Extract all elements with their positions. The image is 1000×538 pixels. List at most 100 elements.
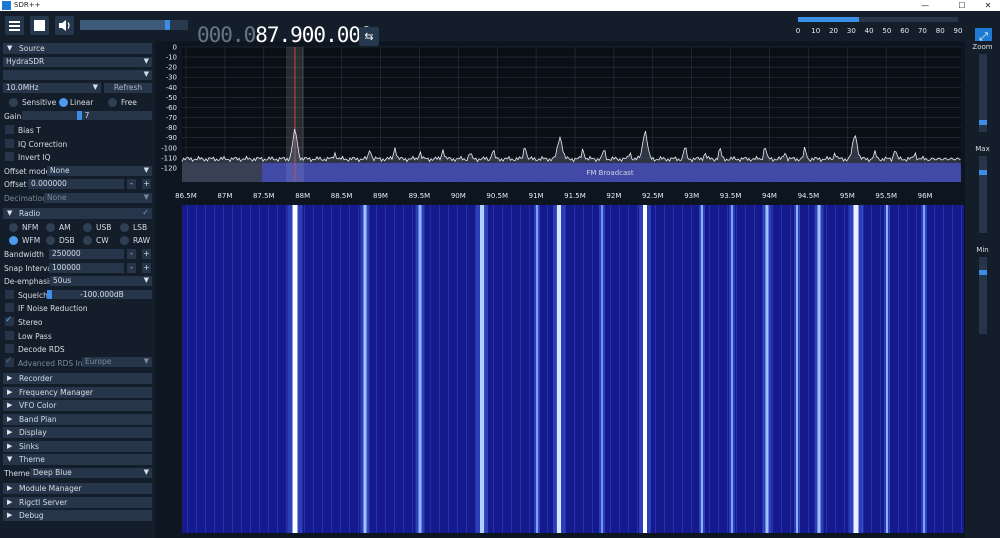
offset-minus-button[interactable]: - [127, 179, 136, 189]
waterfall-noise-line [727, 205, 728, 533]
max-slider[interactable] [979, 156, 987, 233]
waterfall-noise-line [520, 205, 521, 533]
waterfall-noise-line [943, 205, 944, 533]
section-band-plan[interactable]: ▶ Band Plan [3, 413, 152, 425]
mode-dsb[interactable] [46, 236, 55, 245]
sample-rate-select[interactable]: 10.0MHz ▼ [3, 83, 101, 93]
source-header[interactable]: ▼ Source [3, 43, 152, 54]
iq-correction-checkbox[interactable] [5, 139, 14, 148]
bandwidth-minus-button[interactable]: - [127, 249, 136, 259]
squelch-checkbox[interactable] [5, 290, 14, 299]
section-recorder[interactable]: ▶ Recorder [3, 373, 152, 384]
invert-iq-checkbox[interactable] [5, 152, 14, 161]
waterfall-noise-line [610, 205, 611, 533]
x-tick-label: 88.5M [331, 192, 353, 200]
section-module-manager[interactable]: ▶ Module Manager [3, 483, 152, 494]
x-tick-label: 92M [606, 192, 621, 200]
x-tick-label: 94.5M [798, 192, 820, 200]
stop-icon[interactable] [30, 16, 49, 35]
offset-input[interactable]: 0.000000 [28, 179, 124, 189]
radio-free[interactable] [108, 98, 117, 107]
y-tick-label: -120 [161, 164, 177, 172]
x-tick-label: 89M [373, 192, 388, 200]
radio-linear[interactable] [59, 98, 68, 107]
radio-header[interactable]: ▼ Radio ✓ [3, 208, 152, 219]
zoom-slider[interactable] [979, 54, 987, 132]
device-select[interactable]: HydraSDR ▼ [3, 57, 152, 67]
menu-icon[interactable] [5, 16, 24, 35]
expand-arrow-icon: ▶ [7, 428, 13, 436]
checkmark-icon: ✓ [5, 356, 13, 366]
mode-lsb[interactable] [120, 223, 129, 232]
section-sinks[interactable]: ▶ Sinks [3, 440, 152, 452]
spectrum-plot[interactable]: 0 -10 -20 -30 -40 -50 -60 -70 -80 -90 -100 -110 -120… [155, 41, 965, 203]
mode-usb[interactable] [83, 223, 92, 232]
min-knob[interactable] [979, 269, 987, 275]
decimation-select[interactable]: None ▼ [44, 193, 152, 203]
snap-interval-input[interactable]: 100000 [49, 263, 124, 273]
x-tick-label: 88M [295, 192, 310, 200]
waterfall-signal-line [731, 205, 733, 533]
waterfall-signal-line [480, 205, 484, 533]
offset-mode-select[interactable]: None ▼ [47, 166, 152, 176]
mode-am[interactable] [46, 223, 55, 232]
waterfall-signal-line [536, 205, 538, 533]
waterfall-signal-line [817, 205, 821, 533]
waterfall-display[interactable] [182, 205, 964, 533]
chevron-down-icon: ▼ [143, 57, 149, 65]
waterfall-canvas[interactable] [182, 205, 964, 533]
mode-raw[interactable] [120, 236, 129, 245]
mode-wfm[interactable] [9, 236, 18, 245]
radio-sensitive[interactable] [9, 98, 18, 107]
max-knob[interactable] [979, 170, 987, 176]
expand-arrow-icon: ▶ [7, 497, 13, 506]
mode-nfm[interactable] [9, 223, 18, 232]
squelch-slider[interactable]: -100.000dB [47, 290, 152, 299]
bandwidth-input[interactable]: 250000 [49, 249, 124, 259]
snr-tick-label: 50 [882, 27, 892, 35]
device-secondary-select[interactable]: ▼ [3, 70, 152, 80]
speaker-icon[interactable] [55, 16, 74, 35]
refresh-button[interactable]: Refresh [104, 83, 152, 93]
maximize-button[interactable]: ☐ [952, 0, 972, 11]
if-noise-reduction-checkbox[interactable] [5, 303, 14, 312]
offset-plus-button[interactable]: + [142, 179, 151, 189]
y-tick-label: -30 [166, 74, 177, 82]
volume-slider[interactable] [80, 20, 188, 30]
bandwidth-plus-button[interactable]: + [142, 249, 151, 259]
snap-minus-button[interactable]: - [127, 263, 136, 273]
waterfall-signal-line [363, 205, 367, 533]
bias-t-checkbox[interactable] [5, 125, 14, 134]
gain-slider[interactable]: 7 [22, 111, 152, 120]
section-display[interactable]: ▶ Display [3, 427, 152, 438]
decode-rds-checkbox[interactable] [5, 344, 14, 353]
gain-knob[interactable] [77, 111, 82, 120]
waterfall-noise-line [493, 205, 494, 533]
checkmark-icon: ✓ [5, 315, 13, 325]
rds-region-select[interactable]: Europe ▼ [82, 357, 152, 367]
close-button[interactable]: ✕ [978, 0, 998, 11]
volume-knob[interactable] [164, 20, 170, 30]
de-emphasis-select[interactable]: 50us ▼ [50, 276, 152, 286]
expand-arrow-icon: ▶ [7, 484, 13, 492]
spectrum-canvas[interactable]: 0 -10 -20 -30 -40 -50 -60 -70 -80 -90 -100 -110 -120… [155, 41, 965, 203]
squelch-knob[interactable] [47, 290, 52, 299]
snap-plus-button[interactable]: + [142, 263, 151, 273]
mode-cw[interactable] [83, 236, 92, 245]
minimize-button[interactable]: — [915, 0, 935, 11]
advanced-rds-checkbox[interactable]: ✓ [5, 356, 14, 367]
stereo-checkbox[interactable]: ✓ [5, 315, 14, 326]
section-vfo-color[interactable]: ▶ VFO Color [3, 400, 152, 411]
low-pass-checkbox[interactable] [5, 331, 14, 340]
theme-select[interactable]: Deep Blue ▼ [30, 468, 152, 478]
waterfall-noise-line [349, 205, 350, 533]
y-tick-label: 0 [173, 44, 177, 52]
min-slider[interactable] [979, 257, 987, 334]
zoom-knob[interactable] [979, 119, 987, 125]
theme-header[interactable]: ▼ Theme [3, 454, 152, 465]
snr-tick-label: 20 [829, 27, 839, 35]
x-tick-label: 89.5M [409, 192, 431, 200]
section-debug[interactable]: ▶ Debug [3, 510, 152, 521]
section-frequency-manager[interactable]: ▶ Frequency Manager [3, 386, 152, 398]
section-rigctl-server[interactable]: ▶ Rigctl Server [3, 496, 152, 508]
